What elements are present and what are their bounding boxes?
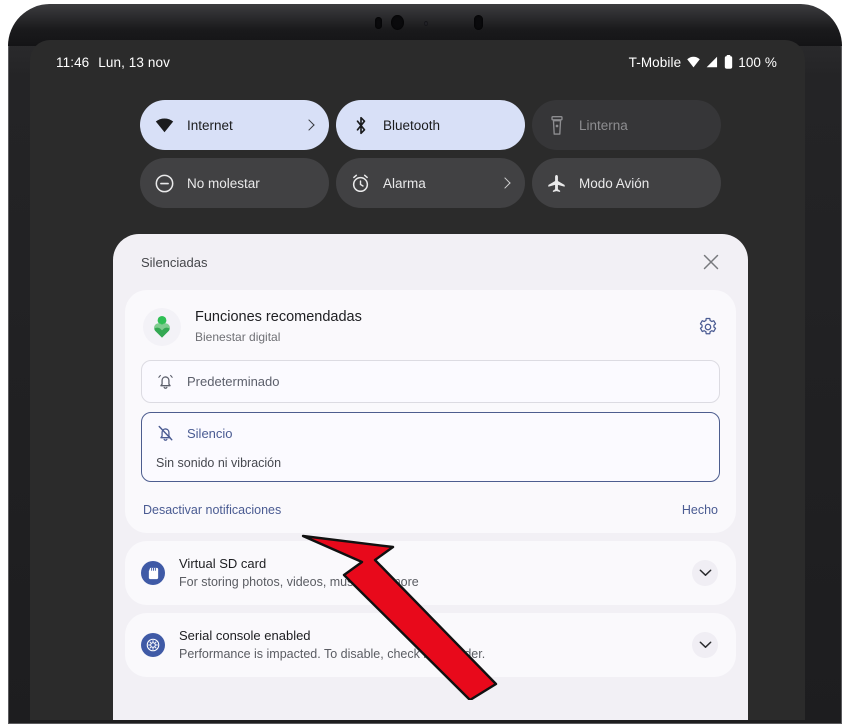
turn-off-notifications-button[interactable]: Desactivar notificaciones xyxy=(143,503,281,517)
option-header: Silencio xyxy=(156,424,705,443)
option-description: Sin sonido ni vibración xyxy=(156,456,282,470)
qs-tile-alarm[interactable]: Alarma xyxy=(336,158,525,208)
chevron-down-icon[interactable] xyxy=(692,560,718,586)
notification-row-text: Serial console enabled Performance is im… xyxy=(179,627,678,663)
flashlight-icon xyxy=(547,115,566,135)
device-screen: 11:46 Lun, 13 nov T-Mobile 100 % Interne… xyxy=(30,40,805,720)
chevron-down-icon[interactable] xyxy=(692,632,718,658)
bell-ringing-icon xyxy=(156,372,175,391)
done-button[interactable]: Hecho xyxy=(682,503,718,517)
status-bar-left: 11:46 Lun, 13 nov xyxy=(56,55,170,70)
front-camera-icon xyxy=(391,15,404,30)
battery-full-icon xyxy=(724,55,733,69)
alarm-clock-icon xyxy=(351,174,370,193)
carrier-label: T-Mobile xyxy=(628,54,682,70)
qs-tile-label: Internet xyxy=(187,117,233,133)
bell-muted-icon xyxy=(156,424,175,443)
status-time: 11:46 xyxy=(56,54,90,70)
camera-sensor-icon xyxy=(375,17,382,29)
notification-app-text: Funciones recomendadas Bienestar digital xyxy=(195,308,684,345)
qs-tile-flashlight[interactable]: Linterna xyxy=(532,100,721,150)
qs-tile-do-not-disturb[interactable]: No molestar xyxy=(140,158,329,208)
option-header: Predeterminado xyxy=(156,372,705,391)
bluetooth-icon xyxy=(351,116,370,135)
qs-tile-bluetooth[interactable]: Bluetooth xyxy=(336,100,525,150)
option-label: Silencio xyxy=(187,426,233,441)
close-icon[interactable] xyxy=(702,253,720,271)
sd-card-icon xyxy=(141,561,165,585)
chevron-right-icon[interactable] xyxy=(499,177,511,189)
proximity-sensor-icon xyxy=(424,21,428,26)
notification-row-subtitle: For storing photos, videos, music and mo… xyxy=(179,575,419,590)
notification-row-title: Serial console enabled xyxy=(179,627,311,643)
notification-app-name: Bienestar digital xyxy=(195,329,281,344)
airplane-icon xyxy=(547,174,566,193)
qs-tile-label: No molestar xyxy=(187,175,260,191)
gear-icon[interactable] xyxy=(698,317,718,337)
wifi-icon xyxy=(155,116,174,135)
notification-card-actions: Desactivar notificaciones Hecho xyxy=(141,491,720,533)
notification-row-serial-console[interactable]: Serial console enabled Performance is im… xyxy=(125,613,736,677)
quick-settings-grid: Internet Bluetooth Linterna No molestar xyxy=(140,100,732,208)
notification-row-text: Virtual SD card For storing photos, vide… xyxy=(179,555,678,591)
status-bar: 11:46 Lun, 13 nov T-Mobile 100 % xyxy=(30,40,805,84)
notification-title: Funciones recomendadas xyxy=(195,309,362,326)
cellular-signal-icon xyxy=(706,56,719,68)
expanded-notification-card: Funciones recomendadas Bienestar digital… xyxy=(125,290,736,533)
qs-tile-label: Linterna xyxy=(579,117,628,133)
notification-shade: Silenciadas Funciones recomendadas Biene… xyxy=(113,234,748,720)
battery-percent-label: 100 % xyxy=(738,54,777,70)
silenced-section-header: Silenciadas xyxy=(113,234,748,290)
notification-row-subtitle: Performance is impacted. To disable, che… xyxy=(179,647,486,662)
notification-row-title: Virtual SD card xyxy=(179,555,267,571)
serial-console-icon xyxy=(141,633,165,657)
do-not-disturb-icon xyxy=(155,174,174,193)
wifi-icon xyxy=(686,56,701,68)
option-label: Predeterminado xyxy=(187,374,280,389)
qs-tile-airplane-mode[interactable]: Modo Avión xyxy=(532,158,721,208)
qs-tile-internet[interactable]: Internet xyxy=(140,100,329,150)
notification-option-silent[interactable]: Silencio Sin sonido ni vibración xyxy=(141,412,720,482)
notification-option-default[interactable]: Predeterminado xyxy=(141,360,720,403)
status-date: Lun, 13 nov xyxy=(98,54,170,70)
notification-row-virtual-sd-card[interactable]: Virtual SD card For storing photos, vide… xyxy=(125,541,736,605)
qs-tile-label: Alarma xyxy=(383,175,426,191)
ambient-sensor-icon xyxy=(474,15,483,30)
qs-tile-label: Bluetooth xyxy=(383,117,441,133)
digital-wellbeing-icon xyxy=(143,308,181,346)
status-bar-right: T-Mobile 100 % xyxy=(629,55,777,70)
notification-app-row: Funciones recomendadas Bienestar digital xyxy=(141,304,720,360)
qs-tile-label: Modo Avión xyxy=(579,175,650,191)
section-title: Silenciadas xyxy=(141,254,208,270)
chevron-right-icon[interactable] xyxy=(303,119,315,131)
